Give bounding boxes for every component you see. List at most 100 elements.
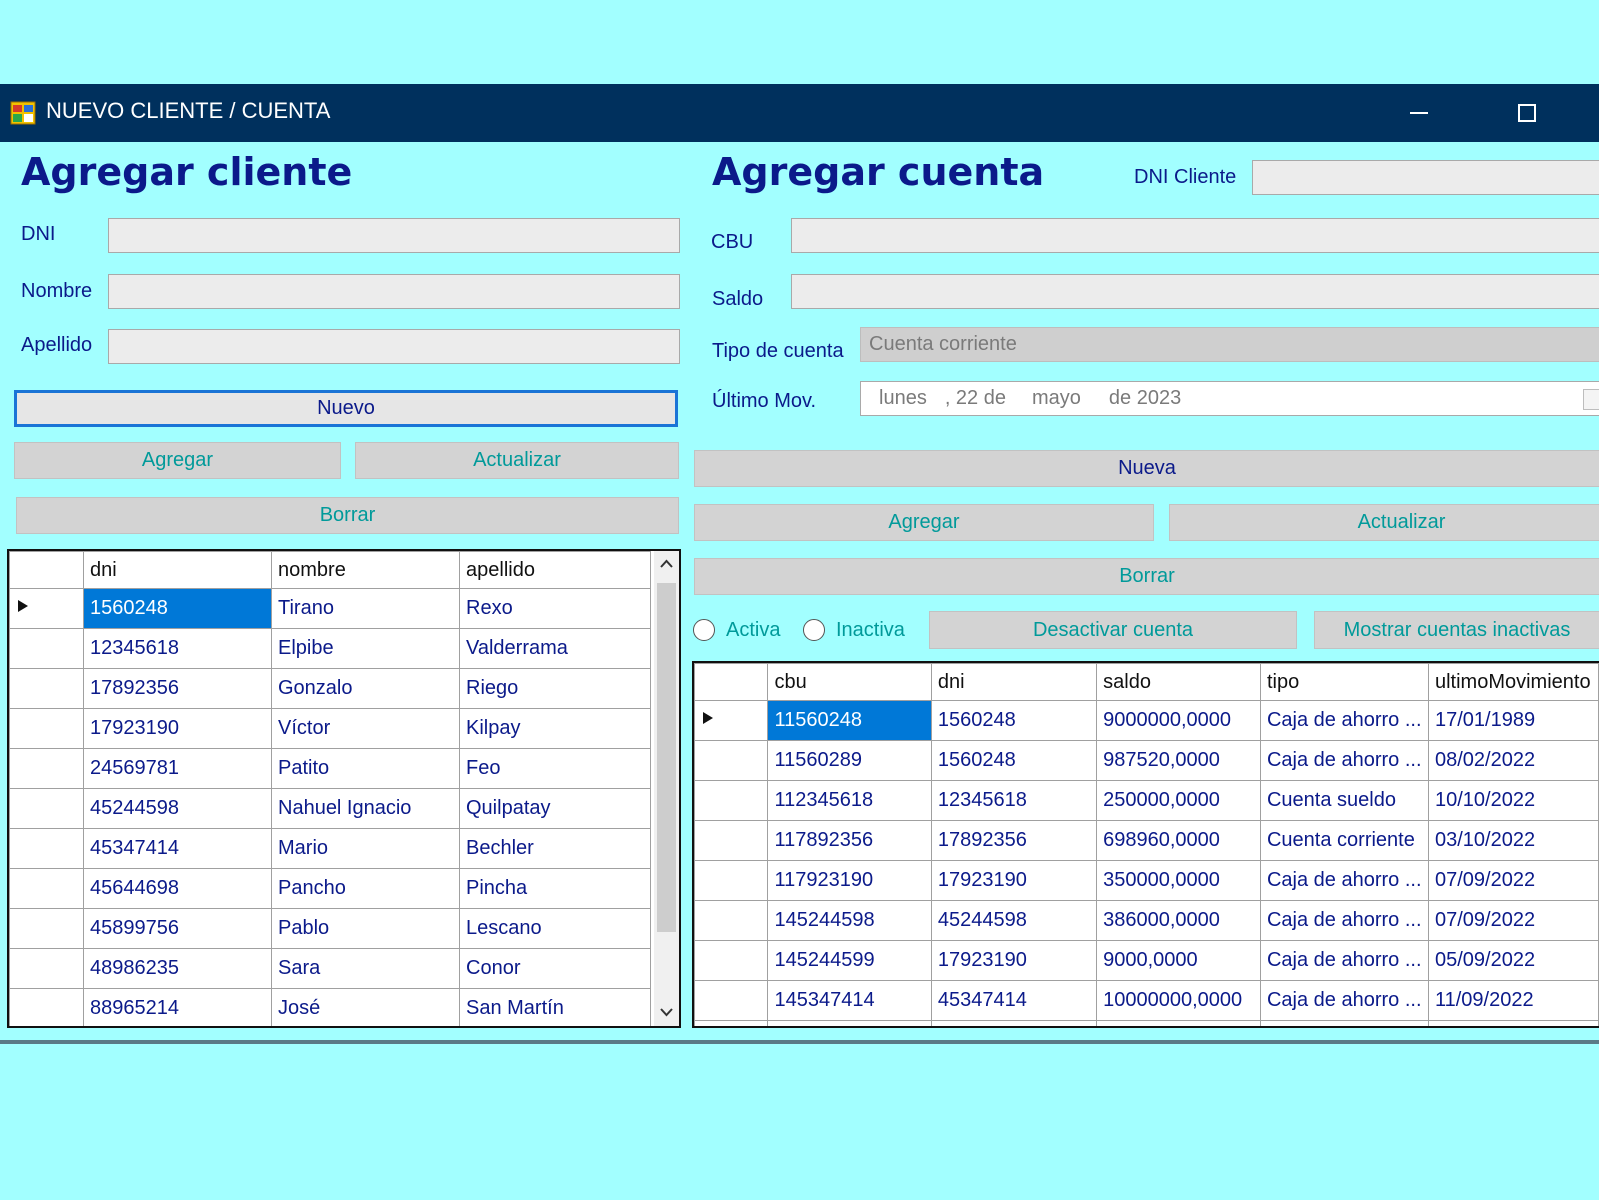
cell[interactable]: 45244598 xyxy=(930,900,1098,941)
table-row[interactable]: 48986235 Sara Conor xyxy=(9,948,651,989)
row-selector[interactable] xyxy=(694,700,769,741)
inactiva-radio-label[interactable]: Inactiva xyxy=(836,619,905,642)
cell[interactable] xyxy=(1259,1020,1429,1026)
column-header-cbu[interactable]: cbu xyxy=(767,663,932,701)
nuevo-cliente-button[interactable]: Nuevo xyxy=(14,390,678,427)
cell[interactable]: 07/09/2022 xyxy=(1427,900,1599,941)
cell[interactable]: Quilpatay xyxy=(459,788,651,829)
cell[interactable]: 698960,0000 xyxy=(1096,820,1261,861)
table-row[interactable]: 117892356 17892356 698960,0000 Cuenta corri… xyxy=(694,820,1599,861)
cell[interactable]: Rexo xyxy=(459,588,651,629)
cell[interactable]: 17/01/1989 xyxy=(1427,700,1599,741)
row-selector[interactable] xyxy=(694,900,769,941)
cuentas-grid[interactable]: cbu dni saldo tipo ultimoMovimiento 1156… xyxy=(692,661,1599,1028)
cell[interactable]: Caja de ahorro ... xyxy=(1259,940,1429,981)
cell[interactable]: Conor xyxy=(459,948,651,989)
table-row[interactable]: 145244598 45244598 386000,0000 Caja de ahor… xyxy=(694,900,1599,941)
actualizar-cuenta-button[interactable]: Actualizar xyxy=(1169,504,1599,541)
date-year[interactable]: de 2023 xyxy=(1109,387,1181,410)
cell[interactable]: 145347414 xyxy=(767,980,932,1021)
row-selector[interactable] xyxy=(9,868,84,909)
cell[interactable]: 11560248 xyxy=(767,700,932,741)
cell[interactable]: Tirano xyxy=(271,588,460,629)
nombre-input[interactable] xyxy=(108,274,680,309)
cell[interactable]: Valderrama xyxy=(459,628,651,669)
scroll-down-button[interactable] xyxy=(656,1003,677,1021)
cell[interactable]: 10/10/2022 xyxy=(1427,780,1599,821)
cell[interactable]: 08/02/2022 xyxy=(1427,740,1599,781)
table-row[interactable]: 12345618 Elpibe Valderrama xyxy=(9,628,651,669)
cell[interactable]: 17923190 xyxy=(83,708,272,749)
dni-input[interactable] xyxy=(108,218,680,253)
cell[interactable]: Caja de ahorro ... xyxy=(1259,700,1429,741)
borrar-cuenta-button[interactable]: Borrar xyxy=(694,558,1599,595)
cell[interactable]: Lescano xyxy=(459,908,651,949)
cell[interactable]: Pincha xyxy=(459,868,651,909)
cell[interactable]: 17892356 xyxy=(83,668,272,709)
cell[interactable]: Cuenta corriente xyxy=(1259,820,1429,861)
table-row[interactable]: 145244599 17923190 9000,0000 Caja de ahorro… xyxy=(694,940,1599,981)
cell[interactable]: Gonzalo xyxy=(271,668,460,709)
desactivar-cuenta-button[interactable]: Desactivar cuenta xyxy=(929,611,1297,649)
cell[interactable]: 17923190 xyxy=(930,940,1098,981)
cell[interactable]: 45644698 xyxy=(83,868,272,909)
cell[interactable]: 1560248 xyxy=(930,700,1098,741)
cell[interactable]: Caja de ahorro ... xyxy=(1259,740,1429,781)
cell[interactable]: Riego xyxy=(459,668,651,709)
table-row[interactable]: 1560248 Tirano Rexo xyxy=(9,588,651,629)
clientes-grid[interactable]: dni nombre apellido 1560248 Tirano Rexo 12… xyxy=(7,549,681,1028)
table-row[interactable]: 112345618 12345618 250000,0000 Cuenta sueld… xyxy=(694,780,1599,821)
cell[interactable]: 10000000,0000 xyxy=(1096,980,1261,1021)
cell[interactable]: 45347414 xyxy=(83,828,272,869)
table-row[interactable] xyxy=(694,1020,1599,1026)
cell[interactable]: 1560248 xyxy=(930,740,1098,781)
agregar-cuenta-button[interactable]: Agregar xyxy=(694,504,1154,541)
activa-radio[interactable] xyxy=(693,619,715,641)
cell[interactable] xyxy=(1427,1020,1599,1026)
table-row[interactable]: 45899756 Pablo Lescano xyxy=(9,908,651,949)
vertical-scrollbar[interactable] xyxy=(654,551,679,1026)
cell[interactable]: Nahuel Ignacio xyxy=(271,788,460,829)
apellido-input[interactable] xyxy=(108,329,680,364)
scroll-up-button[interactable] xyxy=(656,555,677,573)
cell[interactable]: 12345618 xyxy=(83,628,272,669)
table-row[interactable]: 24569781 Patito Feo xyxy=(9,748,651,789)
cell[interactable]: Pancho xyxy=(271,868,460,909)
activa-radio-label[interactable]: Activa xyxy=(726,619,780,642)
cell[interactable]: Mario xyxy=(271,828,460,869)
table-row[interactable]: 11560248 1560248 9000000,0000 Caja de ahorr… xyxy=(694,700,1599,741)
cell[interactable]: 48986235 xyxy=(83,948,272,989)
table-row[interactable]: 45244598 Nahuel Ignacio Quilpatay xyxy=(9,788,651,829)
table-row[interactable]: 45347414 Mario Bechler xyxy=(9,828,651,869)
cell[interactable]: 05/09/2022 xyxy=(1427,940,1599,981)
row-selector[interactable] xyxy=(694,940,769,981)
cell[interactable]: 88965214 xyxy=(83,988,272,1026)
table-row[interactable]: 17892356 Gonzalo Riego xyxy=(9,668,651,709)
row-selector[interactable] xyxy=(9,948,84,989)
inactiva-radio[interactable] xyxy=(803,619,825,641)
minimize-button[interactable] xyxy=(1389,84,1449,142)
row-selector[interactable] xyxy=(9,788,84,829)
row-selector[interactable] xyxy=(9,988,84,1026)
column-header-saldo[interactable]: saldo xyxy=(1096,663,1261,701)
column-header-dni[interactable]: dni xyxy=(930,663,1098,701)
calendar-dropdown-button[interactable] xyxy=(1583,389,1599,410)
table-row[interactable]: 11560289 1560248 987520,0000 Caja de ahorro… xyxy=(694,740,1599,781)
cell[interactable]: 117923190 xyxy=(767,860,932,901)
cell[interactable]: 145244599 xyxy=(767,940,932,981)
cell[interactable]: 45347414 xyxy=(930,980,1098,1021)
cell[interactable]: 12345618 xyxy=(930,780,1098,821)
dni-cliente-input[interactable] xyxy=(1252,160,1599,195)
cell[interactable]: 117892356 xyxy=(767,820,932,861)
cell[interactable] xyxy=(930,1020,1098,1026)
table-row[interactable]: 145347414 45347414 10000000,0000 Caja de ah… xyxy=(694,980,1599,1021)
cell[interactable]: 07/09/2022 xyxy=(1427,860,1599,901)
table-row[interactable]: 17923190 Víctor Kilpay xyxy=(9,708,651,749)
cell[interactable]: 1560248 xyxy=(83,588,272,629)
cell[interactable]: 987520,0000 xyxy=(1096,740,1261,781)
cell[interactable] xyxy=(767,1020,932,1026)
cell[interactable]: 386000,0000 xyxy=(1096,900,1261,941)
cell[interactable]: Kilpay xyxy=(459,708,651,749)
cell[interactable]: 9000,0000 xyxy=(1096,940,1261,981)
cell[interactable]: Bechler xyxy=(459,828,651,869)
